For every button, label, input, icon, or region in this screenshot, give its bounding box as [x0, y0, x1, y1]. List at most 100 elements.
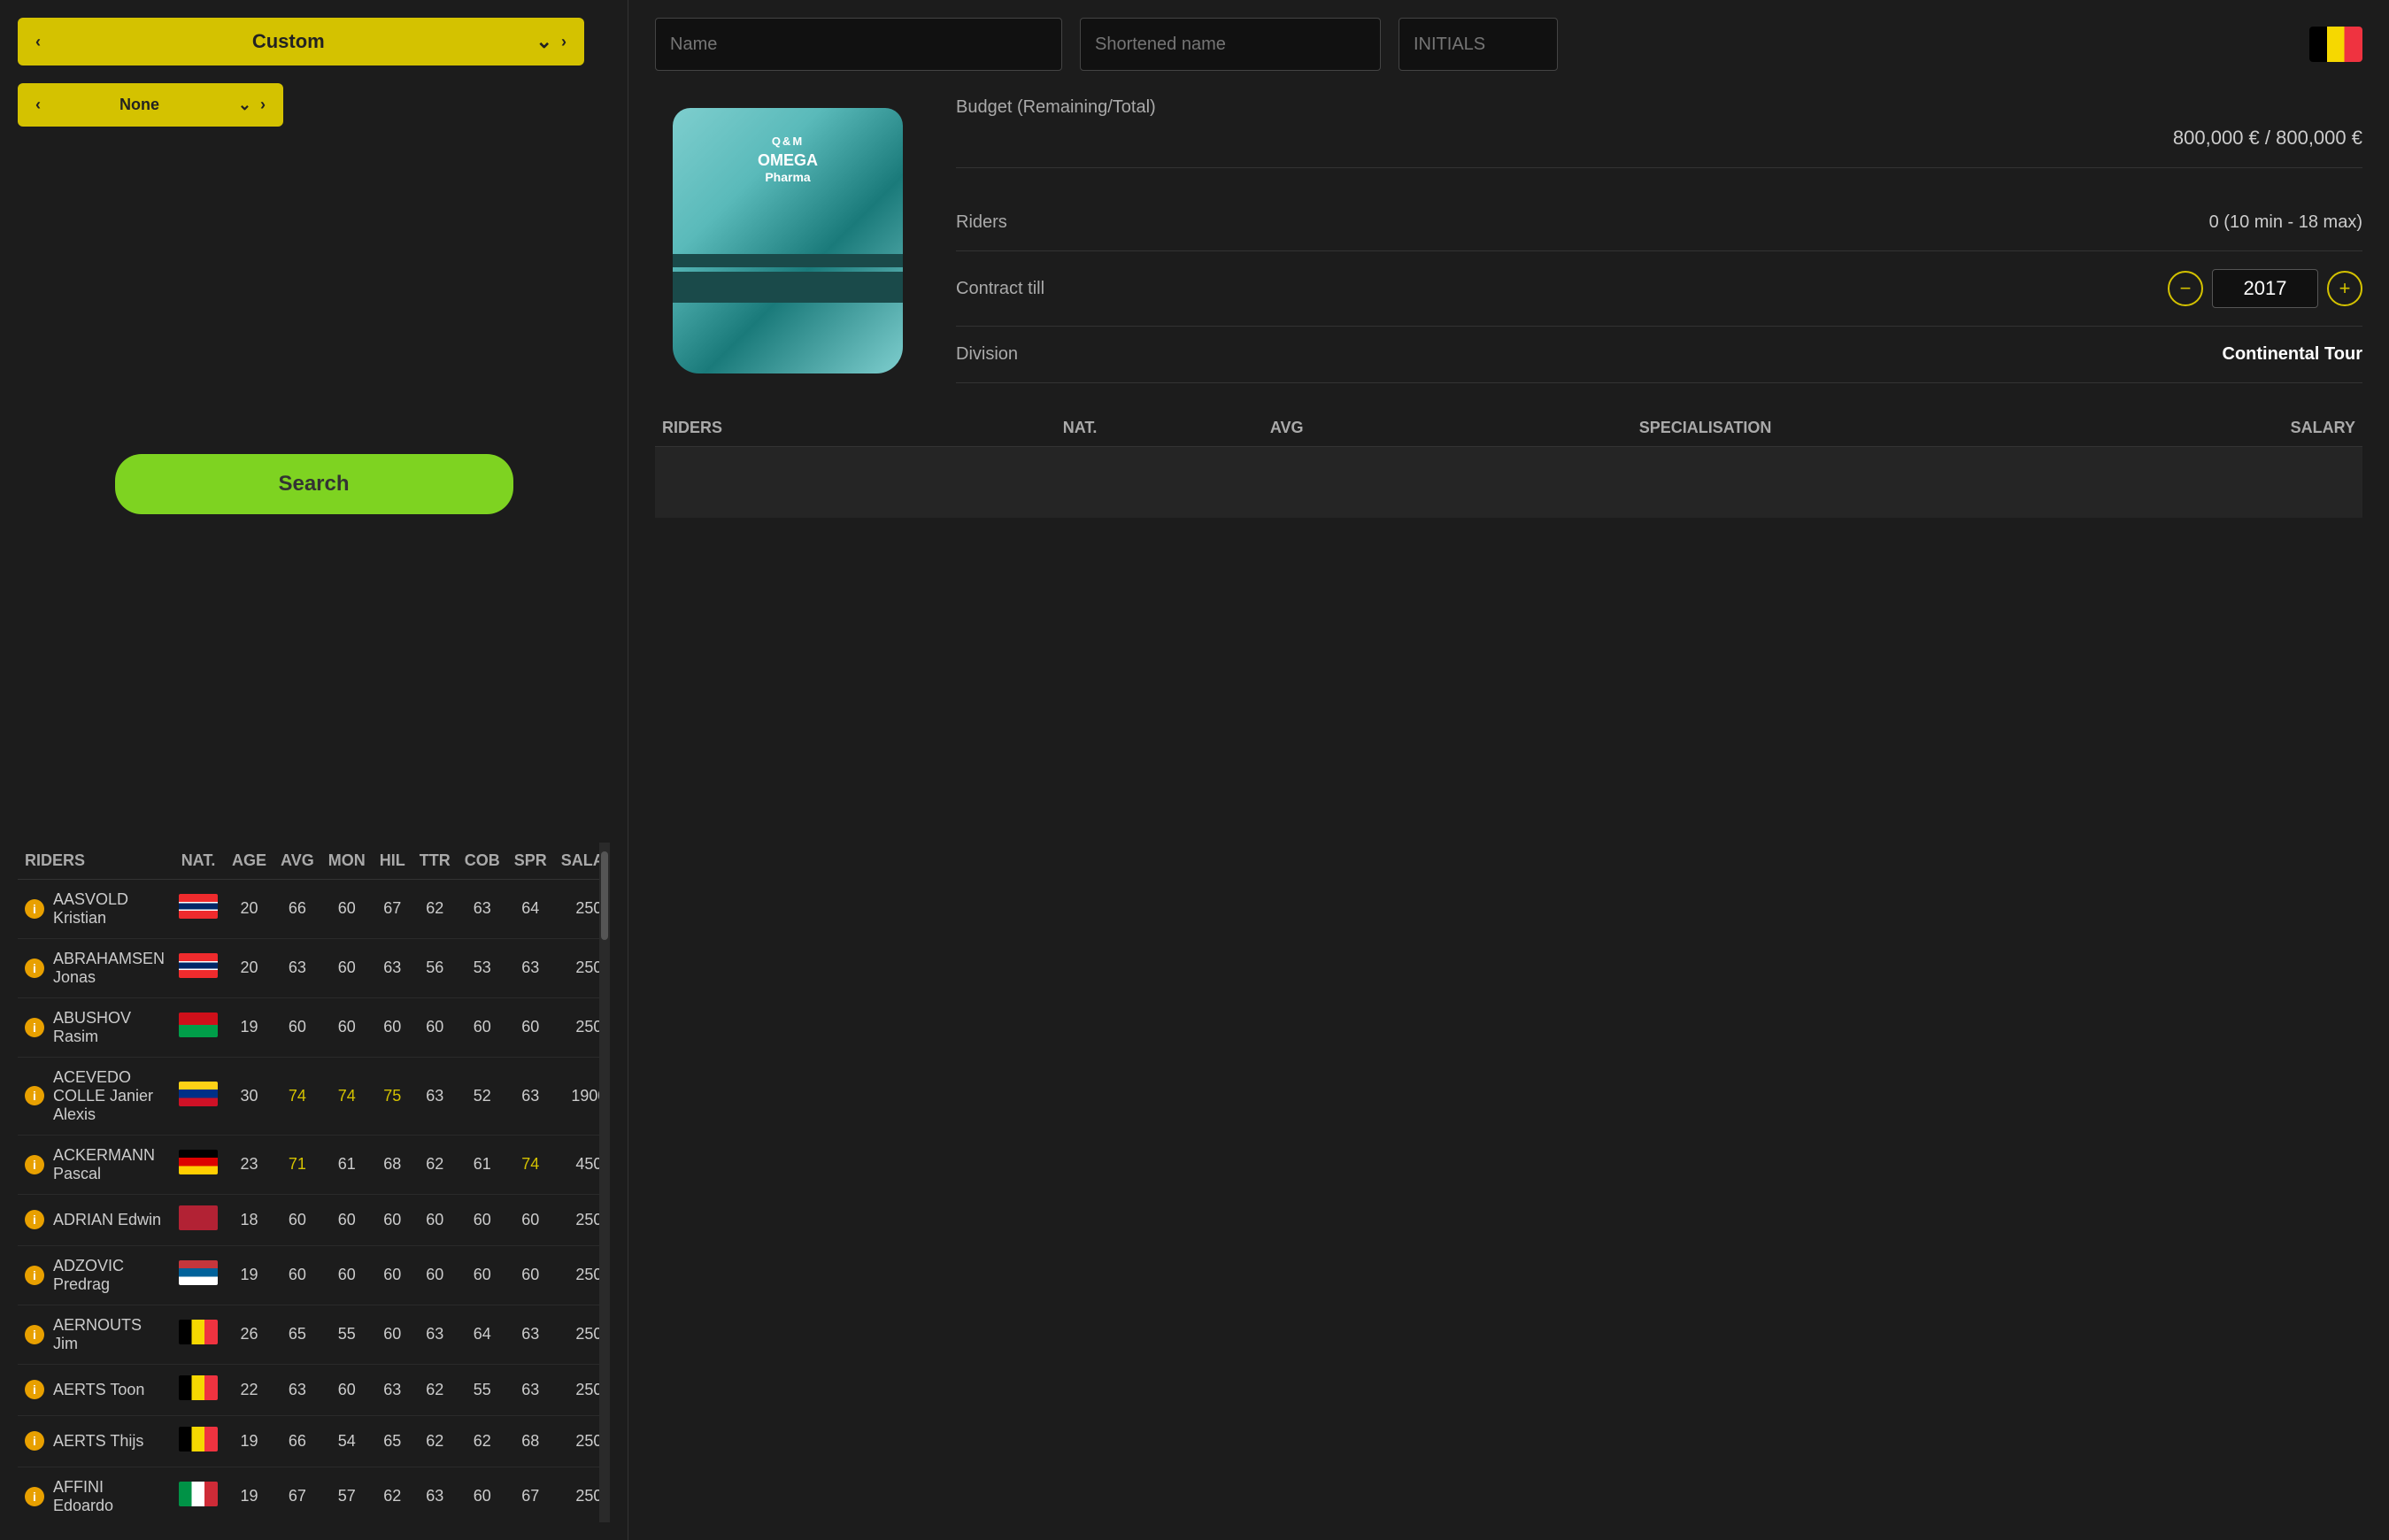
info-icon[interactable]: i	[25, 1086, 44, 1105]
rider-spr: 60	[507, 1245, 554, 1305]
scrollbar[interactable]	[599, 843, 610, 1523]
rider-name: ABRAHAMSEN Jonas	[53, 950, 165, 987]
dropdown-arrows: ⌄ ›	[536, 30, 566, 53]
right-col-avg: AVG	[1184, 410, 1389, 447]
info-icon[interactable]: i	[25, 959, 44, 978]
division-label: Division	[956, 344, 1018, 365]
riders-list-area: RIDERS NAT. AGE AVG MON HIL TTR COB SPR …	[18, 843, 610, 1523]
table-row: i AERNOUTS Jim 266555606364632500✚	[18, 1305, 599, 1364]
flag-icon	[179, 1320, 218, 1344]
rider-mon: 74	[321, 1057, 373, 1135]
right-col-spec: SPECIALISATION	[1389, 410, 2021, 447]
rider-name: ACEVEDO COLLE Janier Alexis	[53, 1068, 165, 1124]
prev-arrow-icon[interactable]: ‹	[35, 33, 41, 51]
rider-nat	[172, 938, 225, 997]
rider-age: 18	[225, 1194, 274, 1245]
contract-year-input[interactable]	[2212, 269, 2318, 308]
info-icon[interactable]: i	[25, 1380, 44, 1399]
info-icon[interactable]: i	[25, 1431, 44, 1451]
table-row: i AFFINI Edoardo 196757626360672500✚	[18, 1467, 599, 1522]
none-next-arrow-icon[interactable]: ›	[260, 96, 266, 114]
rider-mon: 60	[321, 1364, 373, 1415]
right-riders-table-section: RIDERS NAT. AVG SPECIALISATION SALARY	[655, 410, 2362, 518]
rider-cob: 60	[458, 1467, 507, 1522]
jersey-brand: Q&M OMEGA Pharma	[758, 135, 818, 184]
right-col-salary: SALARY	[2022, 410, 2362, 447]
rider-hil: 60	[373, 1194, 412, 1245]
rider-nat	[172, 997, 225, 1057]
info-icon[interactable]: i	[25, 1210, 44, 1229]
rider-cob: 60	[458, 1245, 507, 1305]
rider-spr: 68	[507, 1415, 554, 1467]
rider-age: 30	[225, 1057, 274, 1135]
jersey-image: Q&M OMEGA Pharma	[673, 108, 903, 373]
info-icon[interactable]: i	[25, 1487, 44, 1506]
initials-input[interactable]	[1399, 18, 1558, 71]
rider-avg: 63	[274, 938, 321, 997]
col-riders: RIDERS	[18, 843, 172, 880]
none-dropdown[interactable]: ‹ None ⌄ ›	[18, 83, 283, 127]
rider-cob: 60	[458, 1194, 507, 1245]
rider-mon: 57	[321, 1467, 373, 1522]
shortened-name-input[interactable]	[1080, 18, 1381, 71]
division-stat-row: Division Continental Tour	[956, 327, 2362, 383]
rider-hil: 60	[373, 1245, 412, 1305]
rider-age: 19	[225, 997, 274, 1057]
contract-label: Contract till	[956, 279, 1044, 299]
rider-cob: 53	[458, 938, 507, 997]
rider-name: AERTS Thijs	[53, 1432, 143, 1451]
rider-name: AASVOLD Kristian	[53, 890, 165, 928]
rider-ttr: 62	[412, 1364, 458, 1415]
rider-salary: 4500	[554, 1135, 599, 1194]
rider-avg: 60	[274, 1245, 321, 1305]
rider-mon: 55	[321, 1305, 373, 1364]
custom-dropdown[interactable]: ‹ Custom ⌄ ›	[18, 18, 584, 65]
rider-name: AERNOUTS Jim	[53, 1316, 165, 1353]
budget-value: 800,000 € / 800,000 €	[956, 127, 2362, 168]
rider-salary: 2500	[554, 1194, 599, 1245]
table-row: i AERTS Thijs 196654656262682500✚	[18, 1415, 599, 1467]
none-label: None	[119, 96, 159, 114]
info-icon[interactable]: i	[25, 1155, 44, 1174]
col-spr: SPR	[507, 843, 554, 880]
info-icon[interactable]: i	[25, 899, 44, 919]
table-row: i AERTS Toon 226360636255632500✚	[18, 1364, 599, 1415]
rider-nat	[172, 1057, 225, 1135]
table-row: i ACKERMANN Pascal 237161686261744500✚	[18, 1135, 599, 1194]
scrollbar-thumb[interactable]	[601, 851, 608, 940]
rider-name-cell: i AASVOLD Kristian	[18, 879, 172, 938]
rider-salary: 19000	[554, 1057, 599, 1135]
contract-decrease-button[interactable]: −	[2168, 271, 2203, 306]
flag-icon	[179, 1375, 218, 1400]
rider-spr: 60	[507, 997, 554, 1057]
rider-spr: 63	[507, 1364, 554, 1415]
rider-hil: 60	[373, 997, 412, 1057]
jersey-stripe	[673, 272, 903, 303]
info-icon[interactable]: i	[25, 1325, 44, 1344]
contract-increase-button[interactable]: +	[2327, 271, 2362, 306]
jersey-stripe2	[673, 254, 903, 267]
info-icon[interactable]: i	[25, 1266, 44, 1285]
none-dropdown-down-icon: ⌄	[238, 96, 251, 114]
riders-value: 0 (10 min - 18 max)	[2209, 212, 2362, 233]
rider-ttr: 60	[412, 1245, 458, 1305]
none-prev-arrow-icon[interactable]: ‹	[35, 96, 41, 114]
rider-spr: 74	[507, 1135, 554, 1194]
rider-mon: 60	[321, 879, 373, 938]
right-table-empty-row	[655, 447, 2362, 518]
rider-avg: 60	[274, 1194, 321, 1245]
rider-nat	[172, 1135, 225, 1194]
table-row: i ABRAHAMSEN Jonas 206360635653632500✚	[18, 938, 599, 997]
info-icon[interactable]: i	[25, 1018, 44, 1037]
table-row: i ACEVEDO COLLE Janier Alexis 3074747563…	[18, 1057, 599, 1135]
rider-cob: 55	[458, 1364, 507, 1415]
name-input[interactable]	[655, 18, 1062, 71]
rider-hil: 63	[373, 1364, 412, 1415]
rider-nat	[172, 1245, 225, 1305]
search-button[interactable]: Search	[115, 454, 513, 514]
next-arrow-icon[interactable]: ›	[561, 33, 566, 51]
contract-control: − +	[2168, 269, 2362, 308]
rider-spr: 60	[507, 1194, 554, 1245]
rider-ttr: 60	[412, 1194, 458, 1245]
right-panel: Q&M OMEGA Pharma Budget (Remaining/Total…	[628, 0, 2389, 1540]
